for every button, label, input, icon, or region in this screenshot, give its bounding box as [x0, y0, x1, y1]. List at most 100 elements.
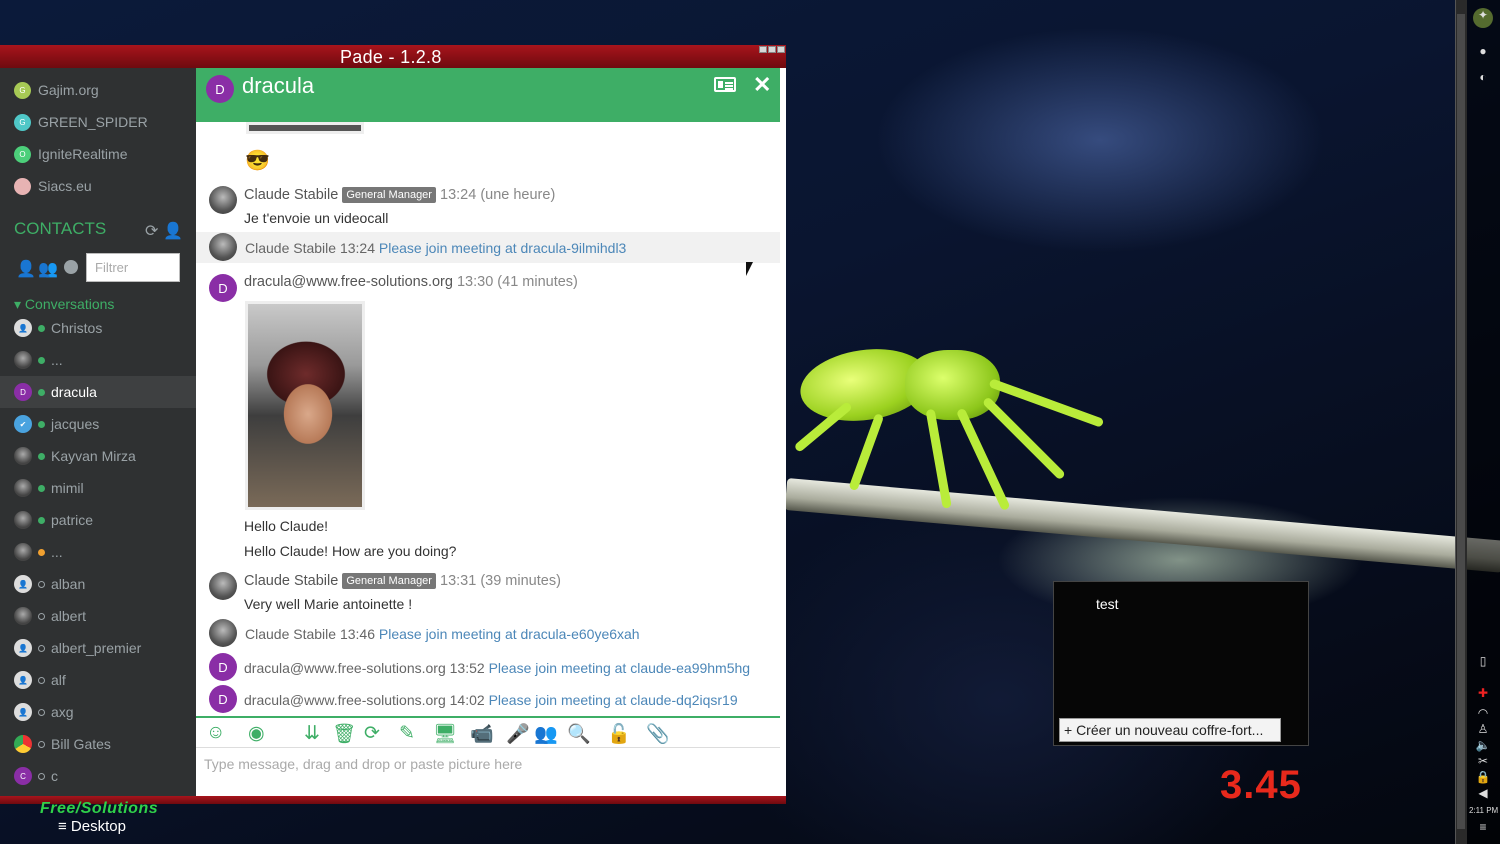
battery-icon[interactable]: ▯ [1473, 654, 1493, 674]
paperclip-icon[interactable]: 📎 [646, 722, 670, 746]
message-text: Hello Claude! How are you doing? [244, 543, 457, 559]
screen-share-icon[interactable]: 🖥 [433, 722, 457, 746]
groupchat-item[interactable]: O IgniteRealtime [14, 144, 128, 164]
message-meta: dracula@www.free-solutions.org 14:02 [244, 692, 489, 708]
brand-logo: Free/Solutions [40, 800, 159, 817]
microphone-icon[interactable]: 🎤 [506, 722, 530, 746]
unlock-icon[interactable]: 🔓 [607, 722, 631, 746]
roster-sidebar: G Gajim.org G GREEN_SPIDER O IgniteRealt… [0, 68, 196, 796]
contact-item[interactable]: Cc [0, 760, 196, 792]
meeting-link[interactable]: Please join meeting at claude-dq2iqsr19 [489, 692, 738, 708]
contact-card-icon[interactable] [714, 77, 736, 92]
contact-item[interactable]: Bill Gates [0, 728, 196, 760]
group-filter-icon[interactable]: 👥 [38, 259, 58, 279]
status-filter-icon[interactable] [64, 260, 78, 274]
minimize-button[interactable] [759, 46, 767, 53]
close-chat-icon[interactable]: ✕ [753, 72, 771, 98]
contact-item[interactable]: 👤 axg [0, 696, 196, 728]
meeting-link[interactable]: Please join meeting at dracula-9ilmihdl3 [379, 240, 626, 256]
vault-popup: test + Créer un nouveau coffre-fort... [1053, 581, 1309, 746]
chat-header: D dracula ✕ [196, 68, 780, 122]
contact-avatar: D [206, 75, 234, 103]
status-indicator [38, 612, 45, 620]
sender-avatar: D [209, 653, 237, 681]
groupchat-avatar: O [14, 145, 31, 163]
groupchat-label: Gajim.org [38, 82, 99, 98]
create-vault-button[interactable]: + Créer un nouveau coffre-fort... [1059, 718, 1281, 742]
message-meta: dracula@www.free-solutions.org 13:52 [244, 660, 489, 676]
check-icon: ✔ [14, 415, 32, 433]
add-contact-icon[interactable]: 👤 [163, 221, 183, 241]
contact-name: ... [51, 352, 63, 368]
video-call-icon[interactable]: 📹 [470, 722, 494, 746]
contact-filter-input[interactable] [86, 253, 180, 282]
close-window-button[interactable] [777, 46, 785, 53]
message-text: Je t'envoie un videocall [244, 210, 389, 226]
contact-item[interactable]: 👤 alf [0, 664, 196, 696]
groupchat-item[interactable]: Siacs.eu [14, 176, 92, 196]
contact-name: patrice [51, 512, 94, 528]
maximize-button[interactable] [768, 46, 776, 53]
sync-icon[interactable]: ⟳ [145, 221, 158, 241]
app-icon[interactable]: ◐ [1473, 70, 1493, 90]
vault-title: test [1096, 596, 1119, 612]
shared-photo[interactable] [245, 301, 365, 510]
desktop-button[interactable]: ≡ Desktop [58, 818, 126, 835]
app-launcher-icon[interactable]: ✦ [1473, 8, 1493, 28]
contact-item[interactable]: Kayvan Mirza [0, 440, 196, 472]
status-indicator [38, 740, 45, 748]
person-icon: 👤 [14, 671, 32, 689]
emoji-icon[interactable]: ☺ [206, 722, 225, 744]
groupchat-avatar: G [14, 81, 31, 99]
message-time: 13:24 (une heure) [440, 187, 556, 203]
scrollbar-thumb[interactable] [1457, 14, 1465, 829]
contact-item[interactable]: ... [0, 344, 196, 376]
overlay-number: 3.45 [1220, 763, 1302, 807]
trash-icon[interactable]: 🗑 [332, 722, 356, 746]
chrome-icon[interactable]: ● [1473, 44, 1493, 64]
previous-image[interactable] [246, 122, 364, 134]
message-header: Claude Stabile General Manager 13:24 (un… [244, 187, 555, 203]
pencil-icon[interactable]: ✎ [399, 722, 415, 745]
arrow-left-icon[interactable]: ◀ [1473, 786, 1493, 806]
meeting-link[interactable]: Please join meeting at dracula-e60ye6xah [379, 626, 640, 642]
message-input[interactable] [196, 748, 780, 792]
meeting-message: dracula@www.free-solutions.org 13:52 Ple… [244, 660, 750, 676]
conversations-heading[interactable]: ▾ Conversations [14, 296, 114, 313]
contact-item[interactable]: 👤 albert_premier [0, 632, 196, 664]
menu-icon[interactable]: ≡ [1473, 820, 1493, 840]
contact-name: Christos [51, 320, 103, 336]
contact-item[interactable]: Ddracula [0, 376, 196, 408]
swiss-flag-icon[interactable]: ✚ [1473, 686, 1493, 706]
search-icon[interactable]: 🔍 [567, 722, 591, 746]
message-list: 😎 Claude Stabile General Manager 13:24 (… [196, 122, 780, 716]
meeting-message: Claude Stabile 13:24 Please join meeting… [245, 240, 626, 256]
person-icon: 👤 [14, 575, 32, 593]
contact-initial-avatar: C [14, 767, 32, 785]
status-indicator [38, 772, 45, 780]
spider-leg [848, 412, 885, 492]
people-icon[interactable]: 👥 [534, 722, 558, 746]
contact-name: albert_premier [51, 640, 142, 656]
groupchat-item[interactable]: G Gajim.org [14, 80, 99, 100]
sender-avatar [209, 572, 237, 600]
contact-item[interactable]: ✔ jacques [0, 408, 196, 440]
status-indicator [38, 388, 45, 396]
meeting-link[interactable]: Please join meeting at claude-ea99hm5hg [489, 660, 751, 676]
groupchat-label: GREEN_SPIDER [38, 114, 148, 130]
contact-photo [14, 447, 32, 465]
contact-item[interactable]: ... [0, 536, 196, 568]
contact-item[interactable]: patrice [0, 504, 196, 536]
groupchat-item[interactable]: G GREEN_SPIDER [14, 112, 148, 132]
user-filter-icon[interactable]: 👤 [16, 259, 36, 279]
refresh-icon[interactable]: ⟳ [364, 722, 380, 745]
eye-icon[interactable]: ◉ [248, 722, 265, 745]
sender-avatar: D [209, 274, 237, 302]
sender-avatar [209, 619, 237, 647]
contact-item[interactable]: 👤 Christos [0, 312, 196, 344]
double-chevron-down-icon[interactable]: ⇊ [304, 722, 320, 745]
contacts-heading: CONTACTS [14, 219, 107, 238]
contact-item[interactable]: 👤 alban [0, 568, 196, 600]
contact-item[interactable]: albert [0, 600, 196, 632]
contact-item[interactable]: mimil [0, 472, 196, 504]
